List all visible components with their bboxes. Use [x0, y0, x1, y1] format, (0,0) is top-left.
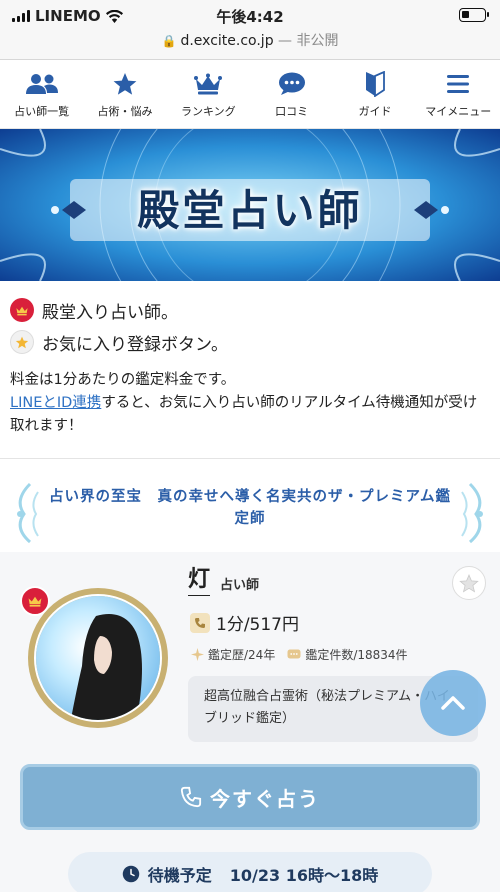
premium-header: 占い界の至宝 真の幸せへ導く名実共のザ・プレミアム鑑定師: [0, 470, 500, 552]
legend-favorite: お気に入り登録ボタン。: [10, 327, 486, 357]
line-link-note: LINEとID連携すると、お気に入り占い師のリアルタイム待機通知が受け取れます！: [10, 392, 486, 438]
nav-item-divination[interactable]: 占術・悩み: [83, 61, 166, 128]
lock-icon: 🔒: [161, 34, 177, 48]
standby-schedule: 待機予定 10/23 16時～18時: [68, 852, 432, 892]
nav-label: ランキング: [180, 104, 236, 118]
clock-icon: [122, 865, 139, 883]
section-divider: [0, 458, 500, 459]
fortune-teller-role: 占い師: [220, 578, 260, 593]
legend-hall-of-fame-text: 殿堂入り占い師。: [42, 302, 178, 323]
url-bar[interactable]: 🔒 d.excite.co.jp — 非公開: [0, 30, 500, 60]
nav-label: マイメニュー: [425, 104, 492, 118]
schedule-label: 待機予定: [147, 866, 212, 885]
line-id-link[interactable]: LINEとID連携: [10, 395, 101, 411]
schedule-time: 10/23 16時～18時: [229, 866, 379, 885]
avatar-photo: [34, 594, 162, 722]
consult-now-button[interactable]: 今すぐ占う: [20, 764, 480, 830]
phone-icon: [180, 786, 202, 808]
nav-label: 口コミ: [275, 104, 309, 118]
fortune-teller-name[interactable]: 灯: [188, 566, 211, 596]
price-value: 1分/517円: [216, 615, 299, 635]
experience-years: 鑑定歴/24年: [208, 648, 276, 662]
nav-item-reviews[interactable]: 口コミ: [250, 61, 333, 128]
avatar[interactable]: [28, 588, 168, 728]
privacy-label: — 非公開: [278, 33, 339, 49]
chat-count-icon: [287, 648, 301, 662]
clock: 午後4:42: [216, 8, 284, 26]
nav-label: ガイド: [358, 104, 392, 118]
legend-favorite-text: お気に入り登録ボタン。: [42, 334, 228, 355]
phone-icon: [190, 612, 210, 633]
scroll-to-top-button[interactable]: [420, 670, 486, 736]
nav-label: 占い師一覧: [14, 104, 70, 118]
consult-now-label: 今すぐ占う: [210, 786, 320, 811]
sparkle-icon: [190, 648, 204, 662]
beginner-mark-icon: [364, 70, 386, 97]
legend-hall-of-fame: 殿堂入り占い師。: [10, 295, 486, 325]
crown-badge-icon: [10, 298, 34, 322]
crown-icon: [193, 71, 223, 97]
url-domain: d.excite.co.jp: [180, 33, 274, 49]
legend: 殿堂入り占い師。 お気に入り登録ボタン。 料金は1分あたりの鑑定料金です。 LI…: [0, 281, 500, 438]
chat-bubble-icon: [278, 71, 306, 97]
pricing-note: 料金は1分あたりの鑑定料金です。: [10, 372, 236, 388]
hall-of-fame-crown-icon: [20, 586, 50, 616]
chevron-up-icon: [441, 696, 465, 710]
star-icon: [112, 71, 138, 97]
nav-item-my-menu[interactable]: マイメニュー: [417, 61, 500, 128]
battery-icon: [459, 8, 489, 22]
main-nav: 占い師一覧 占術・悩み ランキング 口コミ ガイド マイメニュー: [0, 61, 500, 129]
legend-notes: 料金は1分あたりの鑑定料金です。 LINEとID連携すると、お気に入り占い師のリ…: [10, 369, 486, 438]
status-bar: LINEMO 午後4:42: [0, 0, 500, 30]
premium-tagline: 占い界の至宝 真の幸せへ導く名実共のザ・プレミアム鑑定師: [49, 489, 451, 527]
star-outline-icon: [459, 573, 479, 592]
favorite-button[interactable]: [452, 566, 486, 600]
users-icon: [25, 71, 59, 97]
hall-of-fame-banner: 殿堂占い師: [0, 129, 500, 281]
nav-item-ranking[interactable]: ランキング: [167, 61, 250, 128]
favorite-star-icon: [10, 330, 34, 354]
nav-item-fortune-tellers[interactable]: 占い師一覧: [0, 61, 83, 128]
hamburger-menu-icon: [446, 71, 470, 97]
reading-count: 鑑定件数/18834件: [305, 648, 408, 662]
nav-label: 占術・悩み: [97, 104, 153, 118]
price-row: 1分/517円: [190, 610, 299, 635]
fortune-teller-card[interactable]: 灯 占い師 1分/517円 鑑定歴/24年 鑑定件数/18834件 超高位融合占…: [0, 552, 500, 892]
nav-item-guide[interactable]: ガイド: [333, 61, 416, 128]
banner-title: 殿堂占い師: [137, 186, 363, 235]
stats-row: 鑑定歴/24年 鑑定件数/18834件: [190, 646, 408, 663]
